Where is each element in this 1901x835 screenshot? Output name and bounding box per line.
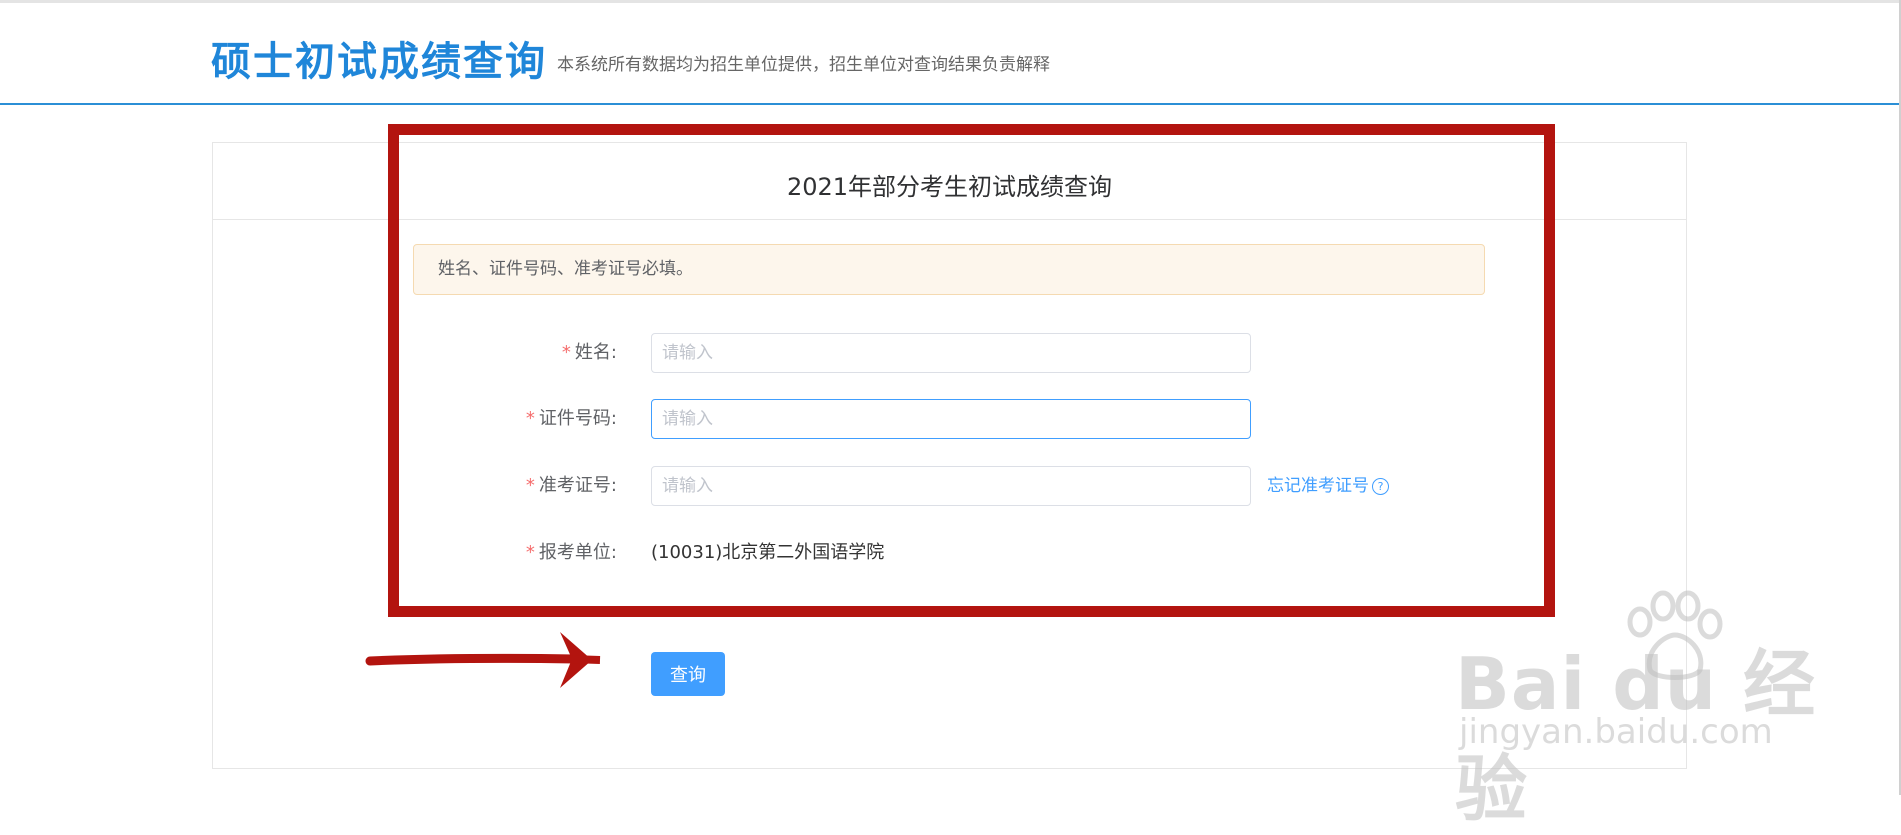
id-number-label-text: 证件号码: [538,408,617,429]
unit-label-text: 报考单位: [538,542,617,563]
id-number-label: * 证件号码: [526,399,617,439]
name-row: * 姓名: [213,333,1686,373]
id-number-input[interactable] [651,399,1251,439]
required-mark: * [561,342,571,363]
ticket-number-label: * 准考证号: [526,466,617,506]
required-mark: * [525,408,535,429]
site-title: 硕士初试成绩查询 [211,39,547,85]
unit-row: * 报考单位: (10031)北京第二外国语学院 [213,533,1686,573]
panel-title: 2021年部分考生初试成绩查询 [786,173,1113,201]
id-number-row: * 证件号码: [213,399,1686,439]
ticket-number-input[interactable] [651,466,1251,506]
forget-link-text: 忘记准考证号 [1267,476,1369,496]
name-label: * 姓名: [562,333,617,373]
annotation-arrow [365,632,601,688]
forget-ticket-number-link[interactable]: 忘记准考证号? [1267,466,1389,506]
panel-header: 2021年部分考生初试成绩查询 [213,143,1686,220]
ticket-number-label-text: 准考证号: [538,475,617,496]
required-mark: * [525,542,535,563]
name-label-text: 姓名: [574,342,617,363]
help-icon: ? [1372,478,1389,495]
site-notice: 本系统所有数据均为招生单位提供，招生单位对查询结果负责解释 [557,55,1050,75]
required-mark: * [525,475,535,496]
query-button[interactable]: 查询 [651,652,725,696]
unit-label: * 报考单位: [526,533,617,573]
name-input[interactable] [651,333,1251,373]
required-fields-alert: 姓名、证件号码、准考证号必填。 [413,244,1485,295]
unit-value: (10031)北京第二外国语学院 [651,542,885,563]
site-header: 硕士初试成绩查询 本系统所有数据均为招生单位提供，招生单位对查询结果负责解释 [0,3,1901,105]
ticket-number-row: *准考证号: 忘记准考证号? [213,466,1686,506]
